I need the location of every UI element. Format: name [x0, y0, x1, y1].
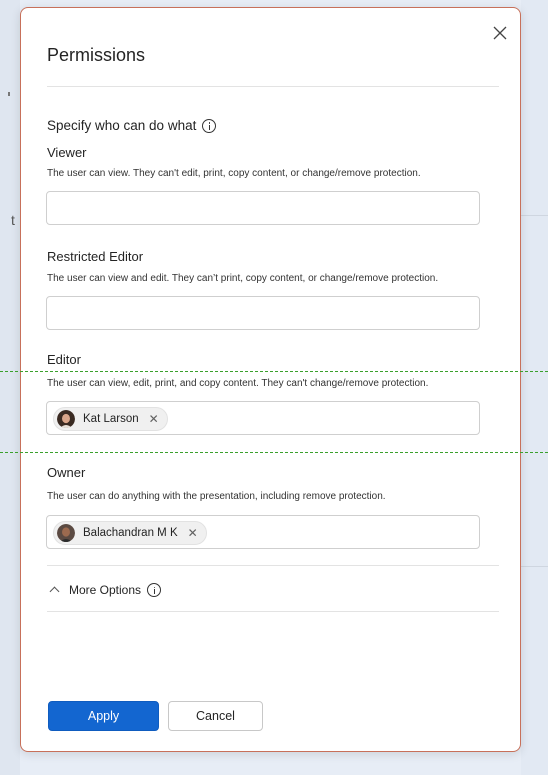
subheading-text: Specify who can do what [47, 118, 197, 133]
apply-button[interactable]: Apply [48, 701, 159, 731]
restricted-editor-people-input[interactable] [46, 296, 480, 330]
more-options-toggle[interactable]: More Options [49, 583, 162, 597]
guide-line-bottom [0, 452, 548, 453]
title-divider [47, 86, 499, 87]
role-description-editor: The user can view, edit, print, and copy… [47, 378, 429, 389]
background-text-fragment: t [11, 212, 15, 228]
chevron-up-icon [49, 586, 60, 597]
editor-people-input[interactable]: Kat Larson ✕ [46, 401, 480, 435]
avatar [57, 524, 75, 542]
owner-people-input[interactable]: Balachandran M K ✕ [46, 515, 480, 549]
permissions-dialog: Permissions Specify who can do what View… [20, 7, 521, 752]
subheading: Specify who can do what [47, 118, 217, 133]
user-chip-balachandran[interactable]: Balachandran M K ✕ [53, 521, 207, 545]
close-icon [493, 26, 507, 40]
role-description-viewer: The user can view. They can't edit, prin… [47, 168, 421, 179]
background-app-left [0, 0, 20, 775]
role-description-restricted-editor: The user can view and edit. They can’t p… [47, 273, 439, 284]
info-icon[interactable] [202, 118, 217, 133]
remove-user-icon[interactable]: ✕ [149, 412, 159, 426]
dialog-title: Permissions [47, 45, 146, 65]
section-divider [47, 611, 499, 612]
role-label-editor: Editor [47, 352, 81, 367]
guide-line-top [0, 371, 548, 372]
user-chip-kat-larson[interactable]: Kat Larson ✕ [53, 407, 168, 431]
more-options-label: More Options [69, 583, 142, 597]
role-label-owner: Owner [47, 465, 86, 480]
close-button[interactable] [491, 24, 509, 42]
viewer-people-input[interactable] [46, 191, 480, 225]
user-chip-name: Kat Larson [83, 413, 139, 425]
background-divider [521, 215, 548, 216]
avatar [57, 410, 75, 428]
role-description-owner: The user can do anything with the presen… [47, 491, 386, 502]
background-divider [521, 566, 548, 567]
info-icon[interactable] [147, 583, 162, 597]
section-divider [47, 565, 499, 566]
background-app-right [521, 0, 548, 775]
role-label-viewer: Viewer [47, 145, 87, 160]
background-mark [8, 92, 10, 96]
role-label-restricted-editor: Restricted Editor [47, 249, 144, 264]
cancel-button[interactable]: Cancel [168, 701, 263, 731]
user-chip-name: Balachandran M K [83, 527, 178, 539]
remove-user-icon[interactable]: ✕ [188, 526, 198, 540]
